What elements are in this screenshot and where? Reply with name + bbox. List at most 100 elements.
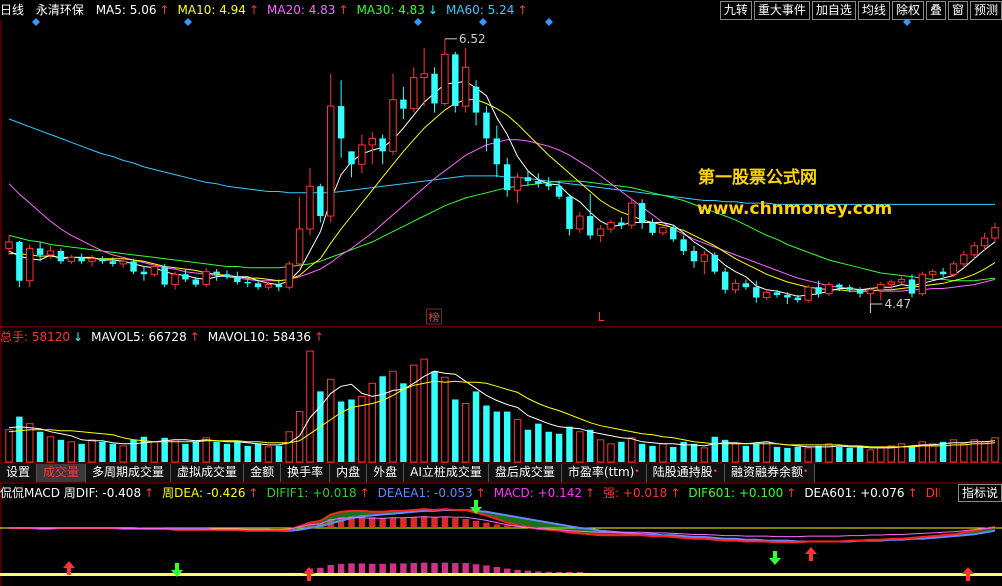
tab-item[interactable]: 内盘 xyxy=(330,464,368,482)
tab-item[interactable]: 设置 xyxy=(0,464,38,482)
volume-bar xyxy=(877,447,885,463)
candle-body xyxy=(784,294,791,298)
sell-arrow-icon xyxy=(769,551,781,565)
candle-body xyxy=(358,144,366,165)
low-price-label: 4.47 xyxy=(884,297,911,311)
volume-bar xyxy=(36,431,44,462)
candle-body xyxy=(659,227,667,234)
volume-bar xyxy=(545,431,552,462)
candle-body xyxy=(753,287,760,298)
candle-body xyxy=(306,185,314,230)
candle-body xyxy=(161,266,168,285)
bottom-hist-bar xyxy=(483,565,490,573)
tab-item[interactable]: 成交量 xyxy=(37,464,87,482)
indicator-tabs: 设置 成交量 多周期成交量 虚拟成交量 金额 换手率 内盘 外盘 AI立桩成交量 盘后成交量 市盈率… xyxy=(0,464,816,482)
tab-item[interactable]: AI立桩成交量 xyxy=(404,464,489,482)
candle-body xyxy=(389,99,397,152)
ind_legend-arrow-icon: ↑ xyxy=(907,486,918,500)
ind_legend-arrow-icon: ↑ xyxy=(359,486,370,500)
candle-body xyxy=(295,228,304,265)
bottom-hist-bar xyxy=(524,570,532,573)
toolbar-button[interactable]: 均线 xyxy=(857,1,890,20)
ind_legend-item: DIF301: +0.077↓ xyxy=(926,486,940,500)
candle-body xyxy=(441,53,449,104)
macd-hist-bar xyxy=(410,517,417,528)
price_legend-arrow-icon: ↑ xyxy=(248,3,260,17)
ind_legend-item: DEAEA1: -0.053 ↑ xyxy=(378,486,486,500)
bottom-hist-bar xyxy=(431,563,438,573)
volume-bar xyxy=(223,443,231,462)
volume-bar xyxy=(452,399,459,462)
tab-item[interactable]: 陆股通持股 xyxy=(646,464,725,482)
price_legend-arrow-icon: ↑ xyxy=(338,3,349,17)
volume-bar xyxy=(856,445,864,462)
volume-bar xyxy=(46,436,55,463)
volume-bar xyxy=(618,441,625,462)
candle-body xyxy=(461,66,470,107)
vol_legend-label: MAVOL5: 66728 xyxy=(91,330,187,344)
candle-body xyxy=(680,239,687,251)
candle-body xyxy=(856,289,864,294)
candle-body xyxy=(264,284,273,288)
candle-body xyxy=(275,284,283,288)
bottom-hist-bar xyxy=(576,572,584,573)
candle-body xyxy=(202,271,210,286)
candle-body xyxy=(939,271,947,275)
volume-bar xyxy=(960,443,968,463)
tab-item[interactable]: 市盈率(ttm) xyxy=(561,464,647,482)
event-diamond-icon xyxy=(479,18,487,26)
candle-body xyxy=(192,279,200,285)
price_legend-label: MA10: 4.94 xyxy=(177,3,246,17)
toolbar-button[interactable]: 叠 xyxy=(925,1,946,20)
bottom-hist-bar xyxy=(358,563,366,573)
candle-body xyxy=(368,137,376,146)
toolbar-button[interactable]: 除权 xyxy=(891,1,924,20)
tab-item[interactable]: 融资融券余额 xyxy=(725,464,816,482)
tab-item[interactable]: 换手率 xyxy=(281,464,331,482)
bottom-hist-bar xyxy=(462,563,469,573)
bottom-hist-bar xyxy=(452,563,459,573)
candle-body xyxy=(596,228,605,236)
candle-body xyxy=(67,256,75,262)
tab-item[interactable]: 多周期成交量 xyxy=(86,464,172,482)
price_legend-label: MA30: 4.83 xyxy=(356,3,425,17)
price_legend-item: MA60: 5.24 ↑ xyxy=(446,3,527,17)
volume-bar xyxy=(711,436,718,462)
toolbar-button[interactable]: 九转 xyxy=(719,1,752,20)
tab-item[interactable]: 外盘 xyxy=(367,464,405,482)
volume-bar xyxy=(524,429,532,462)
ind_legend-label: DEAEA1: -0.053 xyxy=(377,486,473,500)
volma5-line xyxy=(8,370,996,449)
candle-body xyxy=(150,265,159,275)
macd-hist-bar xyxy=(420,516,428,528)
tab-item[interactable]: 虚拟成交量 xyxy=(171,464,245,482)
candle-body xyxy=(472,86,480,113)
toolbar-button[interactable]: 加自选 xyxy=(811,1,856,20)
price_legend-arrow-icon: ↑ xyxy=(159,3,170,17)
volume-bar xyxy=(400,383,407,462)
bottom-hist-bar xyxy=(389,563,397,573)
volume-bar xyxy=(513,419,522,463)
toolbar-button[interactable]: 重大事件 xyxy=(753,1,810,20)
ind_legend-item: MACD: +0.142 ↑ xyxy=(494,486,595,500)
toolbar-button[interactable]: 预测 xyxy=(969,1,1002,20)
price_legend-label: MA20: 4.83 xyxy=(267,3,336,17)
vol_legend-label: 总手: 58120 xyxy=(0,330,71,344)
volume-bar xyxy=(596,439,605,463)
bottom-hist-bar xyxy=(555,572,563,573)
tab-item[interactable]: 金额 xyxy=(244,464,282,482)
volume-bar xyxy=(244,445,251,462)
volume-bar xyxy=(431,371,438,462)
indicator-info-button[interactable]: 指标说 xyxy=(957,484,1002,502)
candle-body xyxy=(700,254,709,262)
candle-body xyxy=(254,283,262,288)
candle-body xyxy=(379,138,386,152)
candle-body xyxy=(140,271,148,275)
tab-item[interactable]: 盘后成交量 xyxy=(488,464,562,482)
period-label[interactable]: 日线 xyxy=(0,3,24,17)
volume-bar xyxy=(908,445,916,462)
candle-body xyxy=(618,222,625,226)
candle-body xyxy=(337,106,345,139)
volume-bar xyxy=(731,443,740,463)
toolbar-button[interactable]: 窗 xyxy=(947,1,968,20)
